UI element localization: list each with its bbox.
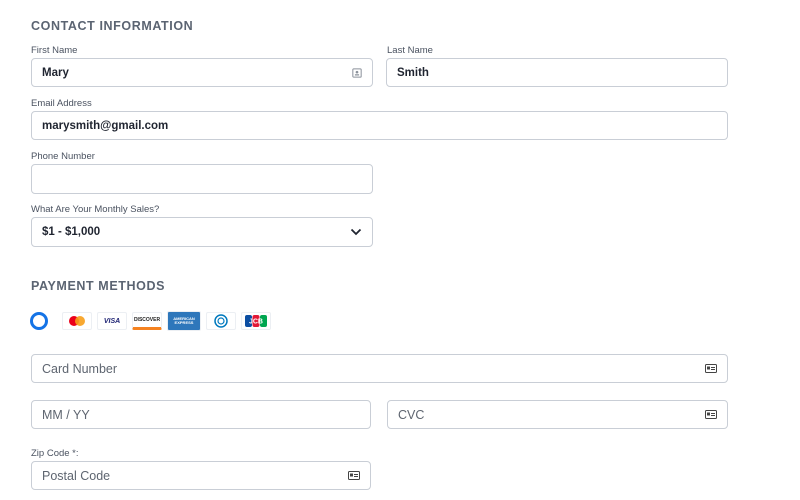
- discover-logo-text: DISCOVER: [133, 317, 161, 323]
- monthly-sales-label: What Are Your Monthly Sales?: [31, 204, 160, 215]
- visa-logo-text: VISA: [103, 317, 121, 325]
- email-value: marysmith@gmail.com: [42, 119, 169, 132]
- first-name-label: First Name: [31, 45, 78, 56]
- email-field[interactable]: marysmith@gmail.com: [31, 111, 728, 140]
- zip-label: Zip Code *:: [31, 448, 79, 459]
- first-name-field[interactable]: Mary: [31, 58, 373, 87]
- contact-section-title: CONTACT INFORMATION: [31, 19, 194, 33]
- card-payment-radio[interactable]: [30, 312, 48, 330]
- card-number-field[interactable]: Card Number: [31, 354, 728, 383]
- last-name-value: Smith: [397, 66, 429, 79]
- svg-text:JCB: JCB: [249, 319, 263, 326]
- amex-logo-text: AMERICAN EXPRESS: [173, 316, 195, 325]
- expiry-field[interactable]: MM / YY: [31, 400, 371, 429]
- contact-card-icon: [352, 67, 362, 78]
- chevron-down-icon: [350, 228, 362, 236]
- mastercard-logo: [62, 312, 92, 330]
- phone-field[interactable]: [31, 164, 373, 194]
- card-icon: [705, 364, 717, 373]
- expiry-placeholder: MM / YY: [42, 407, 90, 422]
- monthly-sales-value: $1 - $1,000: [42, 226, 101, 238]
- jcb-logo: JCB: [241, 312, 271, 330]
- card-number-placeholder: Card Number: [42, 361, 118, 376]
- cvc-placeholder: CVC: [398, 407, 425, 422]
- last-name-label: Last Name: [387, 45, 433, 56]
- diners-logo: [206, 312, 236, 330]
- last-name-field[interactable]: Smith: [386, 58, 728, 87]
- card-icon: [705, 410, 717, 419]
- phone-label: Phone Number: [31, 151, 95, 162]
- cvc-field[interactable]: CVC: [387, 400, 728, 429]
- card-icon: [348, 471, 360, 480]
- zip-placeholder: Postal Code: [42, 468, 111, 483]
- first-name-value: Mary: [42, 66, 69, 79]
- email-label: Email Address: [31, 98, 92, 109]
- amex-logo: AMERICAN EXPRESS: [167, 311, 201, 331]
- discover-logo: DISCOVER: [132, 312, 162, 330]
- visa-logo: VISA: [97, 312, 127, 330]
- payment-methods-row: VISA DISCOVER AMERICAN EXPRESS JCB: [30, 311, 271, 331]
- monthly-sales-select[interactable]: $1 - $1,000: [31, 217, 373, 247]
- zip-field[interactable]: Postal Code: [31, 461, 371, 490]
- payment-section-title: PAYMENT METHODS: [31, 279, 166, 293]
